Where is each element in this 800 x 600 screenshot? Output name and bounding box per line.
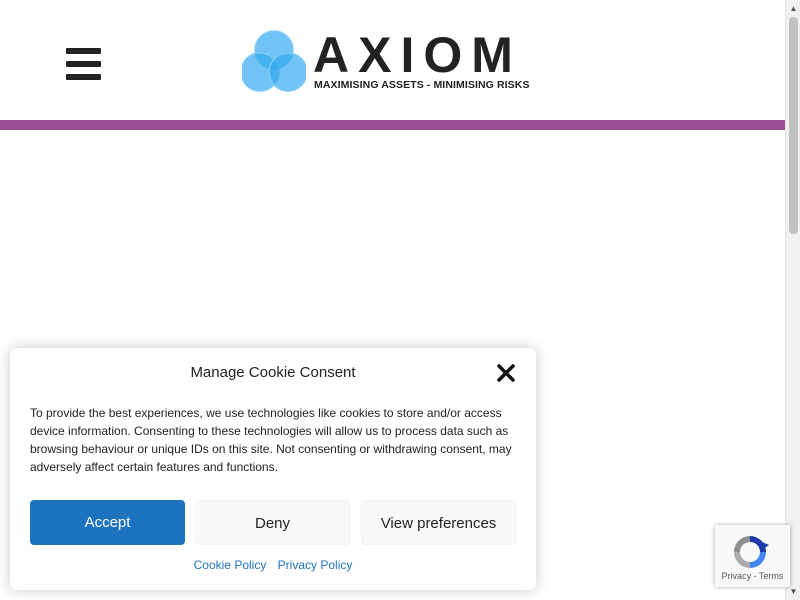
cookie-consent-dialog: Manage Cookie Consent To provide the bes…: [10, 348, 536, 590]
logo-tagline: MAXIMISING ASSETS - MINIMISING RISKS: [314, 79, 530, 91]
cookie-dialog-title: Manage Cookie Consent: [190, 364, 356, 381]
recaptcha-terms-link[interactable]: Terms: [759, 571, 784, 581]
scroll-thumb[interactable]: [789, 17, 798, 234]
recaptcha-privacy-link[interactable]: Privacy: [722, 571, 752, 581]
recaptcha-badge[interactable]: Privacy - Terms: [715, 525, 790, 587]
recaptcha-separator: -: [751, 571, 759, 581]
logo-wordmark: AXIOM: [313, 27, 522, 83]
axiom-logo[interactable]: AXIOM MAXIMISING ASSETS - MINIMISING RIS…: [242, 27, 532, 92]
logo-circles-icon: [242, 30, 306, 92]
cookie-dialog-body: To provide the best experiences, we use …: [30, 406, 512, 474]
scroll-up-arrow-icon[interactable]: ▲: [786, 1, 800, 16]
header-accent-bar: [0, 120, 785, 130]
page-scrollbar[interactable]: ▲ ▼: [785, 0, 800, 600]
site-header: AXIOM MAXIMISING ASSETS - MINIMISING RIS…: [0, 0, 785, 120]
recaptcha-icon: [734, 536, 769, 568]
cookie-policy-link[interactable]: Cookie Policy: [194, 558, 267, 572]
view-preferences-button[interactable]: View preferences: [361, 500, 516, 545]
deny-button[interactable]: Deny: [195, 500, 350, 545]
recaptcha-terms: Privacy - Terms: [715, 571, 790, 581]
cookie-policy-links: Cookie Policy Privacy Policy: [10, 558, 536, 572]
privacy-policy-link[interactable]: Privacy Policy: [278, 558, 353, 572]
accept-button[interactable]: Accept: [30, 500, 185, 545]
hamburger-menu-icon[interactable]: [66, 48, 101, 80]
close-icon[interactable]: [496, 362, 516, 384]
